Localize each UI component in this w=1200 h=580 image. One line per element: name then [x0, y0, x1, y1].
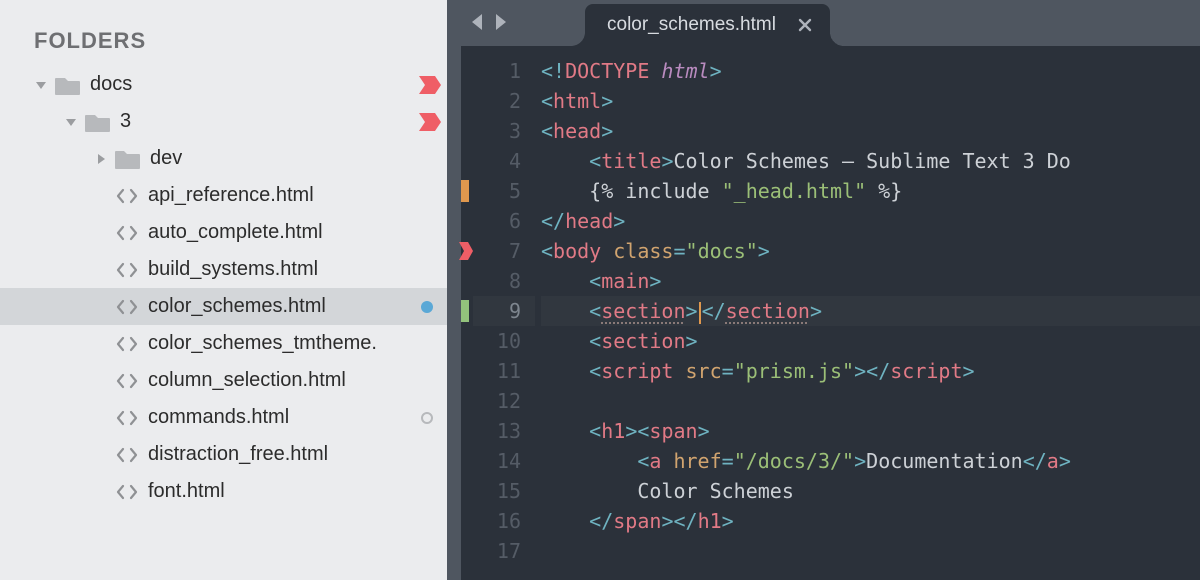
tree-file[interactable]: color_schemes.html	[0, 288, 447, 325]
code-line[interactable]: <title>Color Schemes – Sublime Text 3 Do	[541, 146, 1200, 176]
tree-file[interactable]: distraction_free.html	[0, 436, 447, 473]
tree-label: column_selection.html	[148, 369, 346, 392]
tree-file[interactable]: build_systems.html	[0, 251, 447, 288]
line-number: 6	[473, 206, 521, 236]
code-file-icon	[116, 484, 138, 500]
tree-file[interactable]: column_selection.html	[0, 362, 447, 399]
code-file-icon	[116, 262, 138, 278]
code-file-icon	[116, 188, 138, 204]
folder-icon	[54, 74, 82, 96]
tree-label: color_schemes.html	[148, 295, 326, 318]
sidebar: FOLDERS docs 3 dev api_reference.html au…	[0, 0, 447, 580]
tree-label: dev	[150, 147, 182, 170]
line-number: 1	[473, 56, 521, 86]
line-number: 14	[473, 446, 521, 476]
tree-label: commands.html	[148, 406, 289, 429]
tree-folder[interactable]: dev	[0, 140, 447, 177]
line-number: 13	[473, 416, 521, 446]
line-number: 12	[473, 386, 521, 416]
code-file-icon	[116, 225, 138, 241]
file-tree: docs 3 dev api_reference.html auto_compl…	[0, 66, 447, 580]
bookmark-icon	[419, 113, 441, 131]
tree-file[interactable]: color_schemes_tmtheme.	[0, 325, 447, 362]
text-cursor	[699, 302, 701, 324]
code-line[interactable]: Color Schemes	[541, 476, 1200, 506]
gutter-change-mark	[461, 180, 469, 202]
code-line[interactable]: </span></h1>	[541, 506, 1200, 536]
dirty-indicator-icon	[421, 301, 433, 313]
line-number: 7	[473, 236, 521, 266]
tree-label: 3	[120, 110, 131, 133]
code-line[interactable]: <!DOCTYPE html>	[541, 56, 1200, 86]
tree-label: font.html	[148, 480, 225, 503]
tree-label: build_systems.html	[148, 258, 318, 281]
code-line[interactable]: <html>	[541, 86, 1200, 116]
nav-back-icon[interactable]	[468, 12, 486, 32]
line-number: 16	[473, 506, 521, 536]
line-number: 8	[473, 266, 521, 296]
bookmark-icon	[419, 76, 441, 94]
line-number: 9	[473, 296, 535, 326]
code-line[interactable]: <head>	[541, 116, 1200, 146]
disclosure-right-icon[interactable]	[94, 152, 108, 166]
code-line[interactable]: <section>	[541, 326, 1200, 356]
tab-bar: color_schemes.html	[461, 0, 1200, 46]
line-number: 3	[473, 116, 521, 146]
tab-title: color_schemes.html	[607, 14, 776, 36]
tree-label: color_schemes_tmtheme.	[148, 332, 377, 355]
code-line[interactable]	[541, 536, 1200, 566]
code-line[interactable]: <body class="docs">	[541, 236, 1200, 266]
gutter-marks	[461, 46, 473, 580]
code-content[interactable]: <!DOCTYPE html><html><head> <title>Color…	[535, 46, 1200, 580]
code-line[interactable]: {% include "_head.html" %}	[541, 176, 1200, 206]
tree-label: docs	[90, 73, 132, 96]
code-file-icon	[116, 336, 138, 352]
code-line[interactable]: <script src="prism.js"></script>	[541, 356, 1200, 386]
gutter-change-mark	[461, 300, 469, 322]
code-line[interactable]: <main>	[541, 266, 1200, 296]
line-number: 4	[473, 146, 521, 176]
code-line[interactable]: <a href="/docs/3/">Documentation</a>	[541, 446, 1200, 476]
pane-divider[interactable]	[447, 0, 461, 580]
code-file-icon	[116, 373, 138, 389]
folder-icon	[114, 148, 142, 170]
gutter-arrow-icon	[459, 242, 473, 260]
line-number-gutter: 1234567891011121314151617	[473, 46, 535, 580]
nav-forward-icon[interactable]	[492, 12, 510, 32]
tree-label: auto_complete.html	[148, 221, 323, 244]
tab-active[interactable]: color_schemes.html	[585, 4, 830, 46]
code-file-icon	[116, 299, 138, 315]
line-number: 15	[473, 476, 521, 506]
tree-folder[interactable]: docs	[0, 66, 447, 103]
code-line[interactable]: <h1><span>	[541, 416, 1200, 446]
disclosure-down-icon[interactable]	[34, 78, 48, 92]
tree-label: api_reference.html	[148, 184, 314, 207]
sidebar-header: FOLDERS	[0, 0, 447, 66]
line-number: 2	[473, 86, 521, 116]
tree-file[interactable]: auto_complete.html	[0, 214, 447, 251]
code-line[interactable]: </head>	[541, 206, 1200, 236]
tree-label: distraction_free.html	[148, 443, 328, 466]
code-line[interactable]: <section></section>	[541, 296, 1200, 326]
close-icon[interactable]	[798, 18, 812, 32]
tree-file[interactable]: commands.html	[0, 399, 447, 436]
line-number: 17	[473, 536, 521, 566]
code-file-icon	[116, 410, 138, 426]
folder-icon	[84, 111, 112, 133]
tree-file[interactable]: api_reference.html	[0, 177, 447, 214]
line-number: 10	[473, 326, 521, 356]
tree-file[interactable]: font.html	[0, 473, 447, 510]
code-area[interactable]: 1234567891011121314151617 <!DOCTYPE html…	[461, 46, 1200, 580]
close-hint-icon[interactable]	[421, 412, 433, 424]
tree-folder[interactable]: 3	[0, 103, 447, 140]
code-line[interactable]	[541, 386, 1200, 416]
disclosure-down-icon[interactable]	[64, 115, 78, 129]
line-number: 11	[473, 356, 521, 386]
editor-pane: color_schemes.html 123456789101112131415…	[461, 0, 1200, 580]
code-file-icon	[116, 447, 138, 463]
line-number: 5	[473, 176, 521, 206]
